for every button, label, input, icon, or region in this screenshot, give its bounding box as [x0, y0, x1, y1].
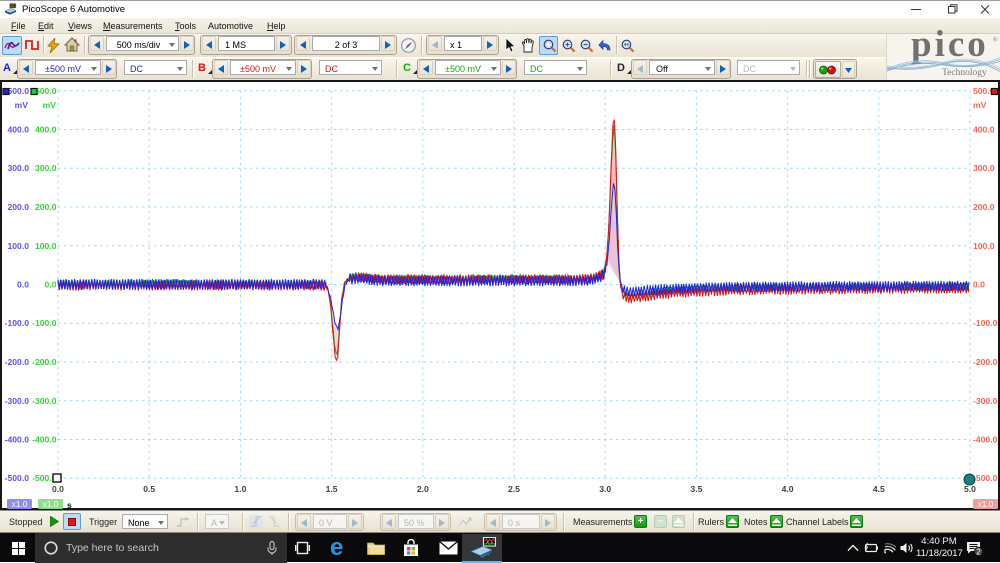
- svg-text:-500.0: -500.0: [5, 473, 30, 483]
- svg-text:500.0: 500.0: [35, 86, 57, 96]
- svg-text:mV: mV: [973, 100, 987, 110]
- svg-text:4.0: 4.0: [782, 484, 794, 494]
- svg-text:400.0: 400.0: [7, 125, 29, 135]
- svg-text:-200.0: -200.0: [973, 357, 998, 367]
- svg-text:x1.0: x1.0: [11, 499, 27, 509]
- svg-text:200.0: 200.0: [35, 202, 57, 212]
- svg-text:200.0: 200.0: [7, 202, 29, 212]
- svg-text:-100.0: -100.0: [32, 318, 57, 328]
- svg-text:300.0: 300.0: [973, 163, 995, 173]
- svg-text:-300.0: -300.0: [973, 396, 998, 406]
- svg-text:-400.0: -400.0: [32, 435, 57, 445]
- svg-text:500.0: 500.0: [7, 86, 29, 96]
- svg-text:2.5: 2.5: [508, 484, 520, 494]
- svg-text:300.0: 300.0: [7, 163, 29, 173]
- svg-text:0.0: 0.0: [52, 484, 64, 494]
- svg-text:0.0: 0.0: [45, 280, 57, 290]
- svg-text:x1.0: x1.0: [42, 499, 58, 509]
- svg-text:100.0: 100.0: [7, 241, 29, 251]
- svg-text:3.5: 3.5: [690, 484, 702, 494]
- svg-text:-200.0: -200.0: [5, 357, 30, 367]
- svg-text:0.0: 0.0: [973, 280, 985, 290]
- svg-text:4.5: 4.5: [873, 484, 885, 494]
- svg-text:s: s: [67, 500, 72, 510]
- svg-text:-400.0: -400.0: [973, 435, 998, 445]
- svg-text:200.0: 200.0: [973, 202, 995, 212]
- svg-text:2: 2: [976, 547, 981, 556]
- svg-text:0.5: 0.5: [143, 484, 155, 494]
- svg-text:2.0: 2.0: [417, 484, 429, 494]
- svg-text:400.0: 400.0: [35, 125, 57, 135]
- svg-text:-100.0: -100.0: [5, 318, 30, 328]
- svg-text:1.5: 1.5: [326, 484, 338, 494]
- svg-text:100.0: 100.0: [35, 241, 57, 251]
- svg-text:1.0: 1.0: [234, 484, 246, 494]
- svg-text:-400.0: -400.0: [5, 435, 30, 445]
- svg-text:-300.0: -300.0: [32, 396, 57, 406]
- svg-text:400.0: 400.0: [973, 125, 995, 135]
- svg-text:-200.0: -200.0: [32, 357, 57, 367]
- svg-text:-100.0: -100.0: [973, 318, 998, 328]
- svg-text:300.0: 300.0: [35, 163, 57, 173]
- svg-text:0.0: 0.0: [17, 280, 29, 290]
- svg-text:mV: mV: [15, 100, 29, 110]
- svg-text:100.0: 100.0: [973, 241, 995, 251]
- svg-text:mV: mV: [43, 100, 57, 110]
- svg-text:-500.0: -500.0: [973, 473, 998, 483]
- svg-text:-300.0: -300.0: [5, 396, 30, 406]
- svg-text:5.0: 5.0: [964, 484, 976, 494]
- svg-text:3.0: 3.0: [599, 484, 611, 494]
- svg-text:x1.0: x1.0: [977, 499, 993, 509]
